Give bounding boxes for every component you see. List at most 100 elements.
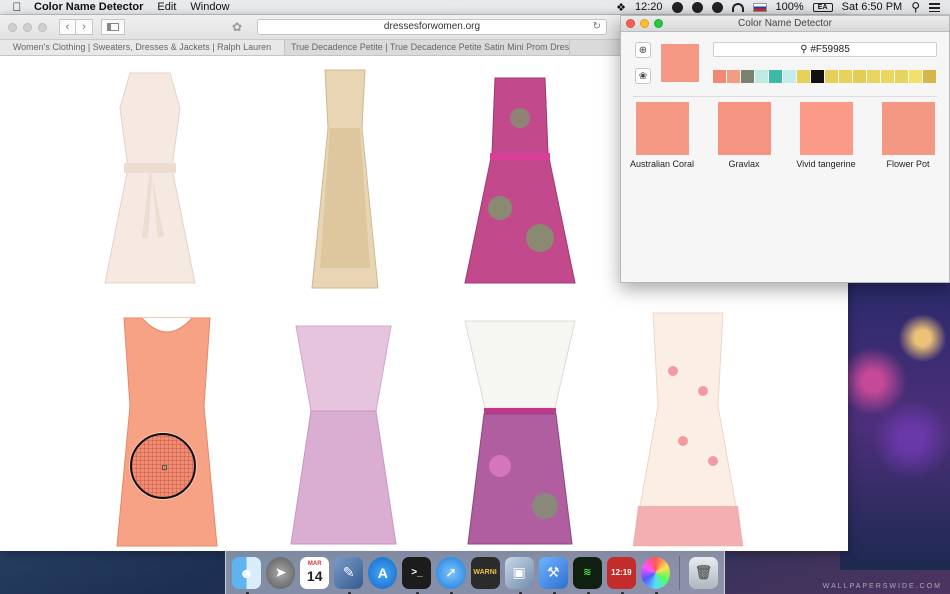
- color-search-field[interactable]: ⚲ #F59985: [713, 42, 937, 57]
- sync-icon[interactable]: [691, 1, 703, 13]
- dock-terminal[interactable]: >_: [402, 556, 432, 594]
- color-wheel-button[interactable]: ❀: [635, 68, 651, 84]
- dress-image: [311, 69, 379, 289]
- sidebar-icon: [107, 23, 119, 31]
- apple-menu-icon[interactable]: : [0, 0, 34, 14]
- show-sidebar-button[interactable]: [101, 19, 125, 35]
- photo-icon: ▣: [512, 564, 526, 580]
- menu-edit[interactable]: Edit: [157, 1, 176, 13]
- palette-swatch-2[interactable]: [727, 70, 740, 83]
- notification-center-icon[interactable]: [929, 2, 940, 12]
- minimize-window-button[interactable]: [23, 22, 32, 32]
- skype-icon[interactable]: [711, 1, 723, 13]
- zoom-window-button[interactable]: [38, 22, 47, 32]
- palette-swatch-15[interactable]: [909, 70, 922, 83]
- dress-white-bodice: [464, 320, 576, 409]
- product-pink-floral-dress[interactable]: [460, 68, 580, 298]
- dock-xcode[interactable]: ⚒: [538, 556, 568, 594]
- current-color-swatch: [661, 44, 699, 82]
- forward-button[interactable]: ›: [76, 19, 93, 35]
- tab-ralph-lauren[interactable]: Women's Clothing | Sweaters, Dresses & J…: [0, 40, 285, 55]
- battery-icon[interactable]: EA: [812, 2, 833, 12]
- spotlight-search-icon[interactable]: ⚲: [911, 0, 920, 14]
- recent-colors-palette: [713, 70, 936, 83]
- match-gravlax[interactable]: Gravlax: [709, 102, 779, 169]
- palette-swatch-16[interactable]: [923, 70, 936, 83]
- dropbox-icon[interactable]: ❖: [616, 1, 626, 14]
- product-pink-print-white-dress[interactable]: [628, 311, 748, 551]
- detector-zoom-button[interactable]: [654, 19, 663, 28]
- match-vivid-tangerine[interactable]: Vivid tangerine: [791, 102, 861, 169]
- palette-swatch-7[interactable]: [797, 70, 810, 83]
- dress-print-dot-1: [668, 366, 678, 376]
- dock-alarm-clock[interactable]: 12:19: [606, 556, 636, 594]
- dock-color-name-detector[interactable]: [640, 556, 671, 594]
- extension-paw-icon[interactable]: ✿: [225, 19, 249, 35]
- palette-swatch-9[interactable]: [825, 70, 838, 83]
- dock-trash[interactable]: 🗑: [688, 556, 718, 589]
- detector-close-button[interactable]: [626, 19, 635, 28]
- menu-app-name[interactable]: Color Name Detector: [34, 1, 143, 13]
- back-button[interactable]: ‹: [59, 19, 76, 35]
- product-gold-floral-maxi-dress[interactable]: [300, 68, 390, 298]
- dock-launchpad[interactable]: ➤: [266, 556, 296, 589]
- hammer-icon: ⚒: [546, 564, 560, 580]
- detector-titlebar: Color Name Detector: [621, 16, 949, 32]
- trash-icon: 🗑: [694, 564, 713, 580]
- crosshair-picker-button[interactable]: ⊕: [635, 42, 651, 58]
- palette-swatch-14[interactable]: [895, 70, 908, 83]
- dress-lilac-bodice: [295, 325, 392, 412]
- product-lilac-pleated-dress[interactable]: [286, 316, 401, 551]
- wifi-icon[interactable]: [731, 2, 744, 12]
- detector-minimize-button[interactable]: [640, 19, 649, 28]
- dock-finder[interactable]: ☻: [232, 556, 262, 594]
- dock-separator: [679, 555, 680, 590]
- match-name: Vivid tangerine: [796, 159, 856, 169]
- dock-safari[interactable]: ➚: [436, 556, 466, 594]
- product-cream-lace-dress[interactable]: [100, 68, 200, 298]
- palette-swatch-8[interactable]: [811, 70, 824, 83]
- palette-swatch-11[interactable]: [853, 70, 866, 83]
- product-white-bodice-floral-dress[interactable]: [460, 316, 580, 551]
- clock-text: 12:19: [611, 568, 632, 577]
- match-flower-pot[interactable]: Flower Pot: [873, 102, 943, 169]
- desktop-wallpaper: [840, 280, 950, 570]
- address-bar[interactable]: dressesforwomen.org ↻: [257, 19, 607, 35]
- palette-swatch-10[interactable]: [839, 70, 852, 83]
- dock-image-capture[interactable]: ▣: [504, 556, 534, 594]
- menu-clock[interactable]: Sat 6:50 PM: [842, 1, 903, 13]
- dress-image: [464, 320, 576, 545]
- battery-percent[interactable]: 100%: [776, 1, 804, 13]
- palette-swatch-5[interactable]: [769, 70, 782, 83]
- palette-swatch-13[interactable]: [881, 70, 894, 83]
- palette-swatch-1[interactable]: [713, 70, 726, 83]
- match-swatch: [717, 102, 771, 155]
- dress-image: [632, 312, 744, 547]
- dress-white-belt: [484, 408, 556, 414]
- tab-true-decadence[interactable]: True Decadence Petite | True Decadence P…: [285, 40, 570, 55]
- console-text: WARNI: [473, 569, 497, 576]
- palette-swatch-6[interactable]: [783, 70, 796, 83]
- dock-app-store[interactable]: A: [368, 556, 398, 589]
- menu-bar:  Color Name Detector Edit Window ❖ 12:2…: [0, 0, 950, 15]
- input-source-flag-icon[interactable]: [752, 2, 767, 12]
- match-name: Australian Coral: [629, 159, 695, 169]
- close-window-button[interactable]: [8, 22, 17, 32]
- time-machine-icon[interactable]: [671, 1, 683, 13]
- color-picker-magnifier[interactable]: [130, 433, 196, 499]
- menu-window[interactable]: Window: [190, 1, 229, 13]
- match-swatch: [881, 102, 935, 155]
- dock-activity-monitor[interactable]: ≋: [572, 556, 602, 594]
- palette-swatch-3[interactable]: [741, 70, 754, 83]
- palette-swatch-4[interactable]: [755, 70, 768, 83]
- dock-preview[interactable]: ✎: [334, 556, 364, 594]
- dress-print-dot-4: [708, 456, 718, 466]
- dock-console[interactable]: WARNI: [470, 556, 500, 589]
- palette-swatch-12[interactable]: [867, 70, 880, 83]
- menu-time-left[interactable]: 12:20: [635, 1, 663, 13]
- detector-window-controls: [626, 19, 663, 28]
- match-swatch: [635, 102, 689, 155]
- dock-calendar[interactable]: MAR 14: [300, 556, 330, 589]
- reload-icon[interactable]: ↻: [593, 20, 601, 34]
- match-australian-coral[interactable]: Australian Coral: [627, 102, 697, 169]
